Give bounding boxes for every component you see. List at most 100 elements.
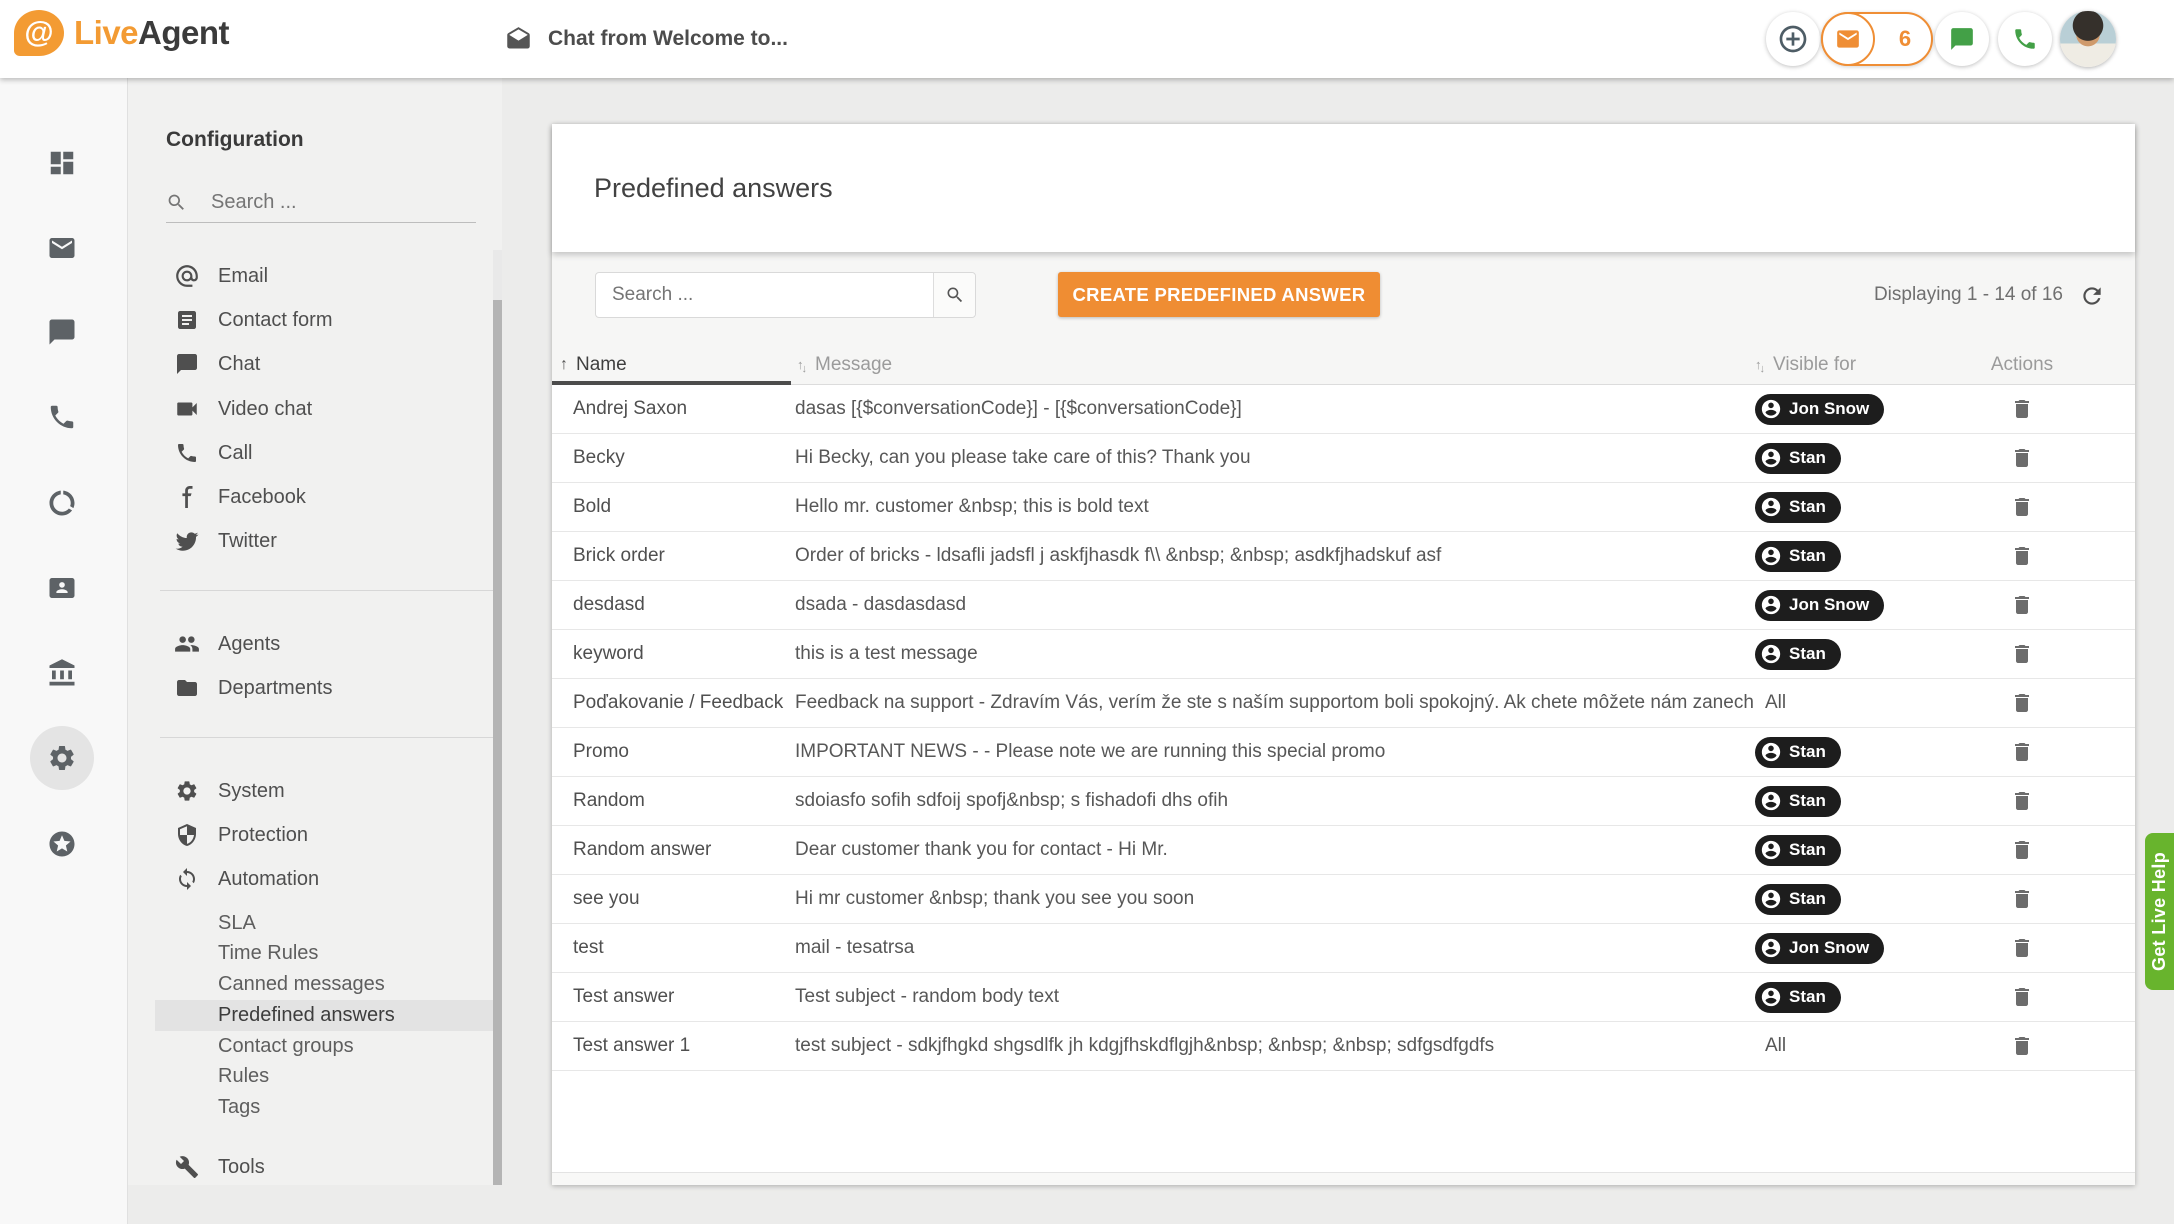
config-item-email[interactable]: Email (128, 260, 502, 292)
table-row[interactable]: Poďakovanie / Feedback Feedback na suppo… (552, 679, 2135, 728)
get-live-help-label: Get Live Help (2149, 852, 2170, 971)
active-ticket-tab[interactable]: Chat from Welcome to... (505, 0, 788, 78)
trash-icon (2010, 789, 2034, 813)
answer-name: see you (573, 888, 640, 909)
config-item-video-chat[interactable]: Video chat (128, 393, 502, 425)
rail-settings-button[interactable] (47, 743, 77, 773)
logo-live: Live (74, 14, 138, 51)
bank-icon (47, 658, 77, 688)
delete-button[interactable] (2010, 641, 2034, 667)
delete-button[interactable] (2010, 837, 2034, 863)
table-row[interactable]: Random sdoiasfo sofih sdfoij spofj&nbsp;… (552, 777, 2135, 826)
subitem-contact-groups[interactable]: Contact groups (155, 1031, 502, 1062)
subitem-label: Predefined answers (218, 1004, 395, 1027)
visible-for-badge: Stan (1755, 786, 1841, 817)
config-search-input[interactable] (209, 190, 453, 215)
rail-customers-button[interactable] (47, 573, 77, 603)
delete-button[interactable] (2010, 739, 2034, 765)
table-row[interactable]: Becky Hi Becky, can you please take care… (552, 434, 2135, 483)
config-item-protection[interactable]: Protection (128, 819, 502, 851)
config-scrollbar-thumb[interactable] (493, 300, 502, 1185)
add-button[interactable] (1766, 12, 1820, 66)
subitem-rules[interactable]: Rules (155, 1061, 502, 1092)
column-header-message[interactable]: ↑↓ Message (795, 345, 1755, 384)
config-item-tools[interactable]: Tools (128, 1151, 502, 1183)
visible-for-badge: Stan (1755, 982, 1841, 1013)
person-circle-icon (1760, 741, 1782, 763)
column-label: Visible for (1773, 354, 1856, 376)
table-row[interactable]: Brick order Order of bricks - ldsafli ja… (552, 532, 2135, 581)
config-item-chat[interactable]: Chat (128, 348, 502, 380)
answer-message: Order of bricks - ldsafli jadsfl j askfj… (795, 545, 1441, 566)
rail-academy-button[interactable] (47, 658, 77, 688)
delete-button[interactable] (2010, 690, 2034, 716)
rail-chat-button[interactable] (47, 317, 77, 347)
trash-icon (2010, 446, 2034, 470)
config-item-call[interactable]: Call (128, 437, 502, 469)
delete-button[interactable] (2010, 543, 2034, 569)
mail-notification-pill[interactable]: 6 (1821, 12, 1933, 66)
config-item-label: Email (218, 265, 268, 288)
table-row[interactable]: Promo IMPORTANT NEWS - - Please note we … (552, 728, 2135, 777)
delete-button[interactable] (2010, 935, 2034, 961)
subitem-canned-messages[interactable]: Canned messages (155, 969, 502, 1000)
config-item-facebook[interactable]: Facebook (128, 481, 502, 513)
rail-dashboard-button[interactable] (47, 148, 77, 178)
calls-button[interactable] (1998, 12, 2052, 66)
config-scrollbar[interactable] (493, 250, 502, 1185)
table-row[interactable]: desdasd dsada - dasdasdasd Jon Snow (552, 581, 2135, 630)
table-row[interactable]: Random answer Dear customer thank you fo… (552, 826, 2135, 875)
answer-name: Bold (573, 496, 611, 517)
config-item-departments[interactable]: Departments (128, 672, 502, 704)
refresh-button[interactable] (2079, 283, 2105, 309)
table-row[interactable]: test mail - tesatrsa Jon Snow (552, 924, 2135, 973)
table-row[interactable]: Bold Hello mr. customer &nbsp; this is b… (552, 483, 2135, 532)
delete-button[interactable] (2010, 788, 2034, 814)
videocam-icon (174, 396, 200, 422)
table-row[interactable]: see you Hi mr customer &nbsp; thank you … (552, 875, 2135, 924)
subitem-sla[interactable]: SLA (155, 908, 502, 939)
subitem-tags[interactable]: Tags (155, 1092, 502, 1123)
config-item-system[interactable]: System (128, 775, 502, 807)
table-row[interactable]: Andrej Saxon dasas [{$conversationCode}]… (552, 385, 2135, 434)
table-row[interactable]: keyword this is a test message Stan (552, 630, 2135, 679)
delete-button[interactable] (2010, 445, 2034, 471)
rail-call-button[interactable] (47, 402, 77, 432)
chats-button[interactable] (1935, 12, 1989, 66)
table-search-button[interactable] (933, 273, 975, 317)
liveagent-app: @ LiveAgent Chat from Welcome to... 6 (0, 0, 2174, 1224)
rail-gamification-button[interactable] (47, 829, 77, 859)
folder-icon (174, 675, 200, 701)
rail-reports-button[interactable] (47, 488, 77, 518)
answer-message: this is a test message (795, 643, 978, 664)
column-header-visible-for[interactable]: ↑↓ Visible for (1755, 345, 1942, 384)
delete-button[interactable] (2010, 592, 2034, 618)
user-avatar[interactable] (2060, 11, 2116, 67)
answer-name: keyword (573, 643, 644, 664)
delete-button[interactable] (2010, 1033, 2034, 1059)
trash-icon (2010, 740, 2034, 764)
config-item-agents[interactable]: Agents (128, 628, 502, 660)
config-item-automation[interactable]: Automation (128, 863, 502, 895)
table-search-input[interactable] (596, 273, 933, 317)
subitem-time-rules[interactable]: Time Rules (155, 938, 502, 969)
config-item-label: Call (218, 442, 252, 465)
visible-for-badge: Stan (1755, 541, 1841, 572)
delete-button[interactable] (2010, 494, 2034, 520)
envelope-icon (1835, 26, 1861, 52)
column-header-name[interactable]: ↑ Name (552, 345, 795, 384)
delete-button[interactable] (2010, 396, 2034, 422)
table-row[interactable]: Test answer Test subject - random body t… (552, 973, 2135, 1022)
config-item-contact-form[interactable]: Contact form (128, 304, 502, 336)
open-envelope-icon (505, 26, 532, 53)
table-row[interactable]: Test answer 1 test subject - sdkjfhgkd s… (552, 1022, 2135, 1071)
create-predefined-answer-button[interactable]: CREATE PREDEFINED ANSWER (1058, 272, 1380, 317)
delete-button[interactable] (2010, 984, 2034, 1010)
delete-button[interactable] (2010, 886, 2034, 912)
config-item-twitter[interactable]: Twitter (128, 525, 502, 557)
rail-mail-button[interactable] (47, 233, 77, 263)
get-live-help-tab[interactable]: Get Live Help (2145, 833, 2174, 990)
person-circle-icon (1760, 888, 1782, 910)
subitem-predefined-answers[interactable]: Predefined answers (155, 1000, 502, 1031)
answer-message: dasas [{$conversationCode}] - [{$convers… (795, 398, 1242, 419)
